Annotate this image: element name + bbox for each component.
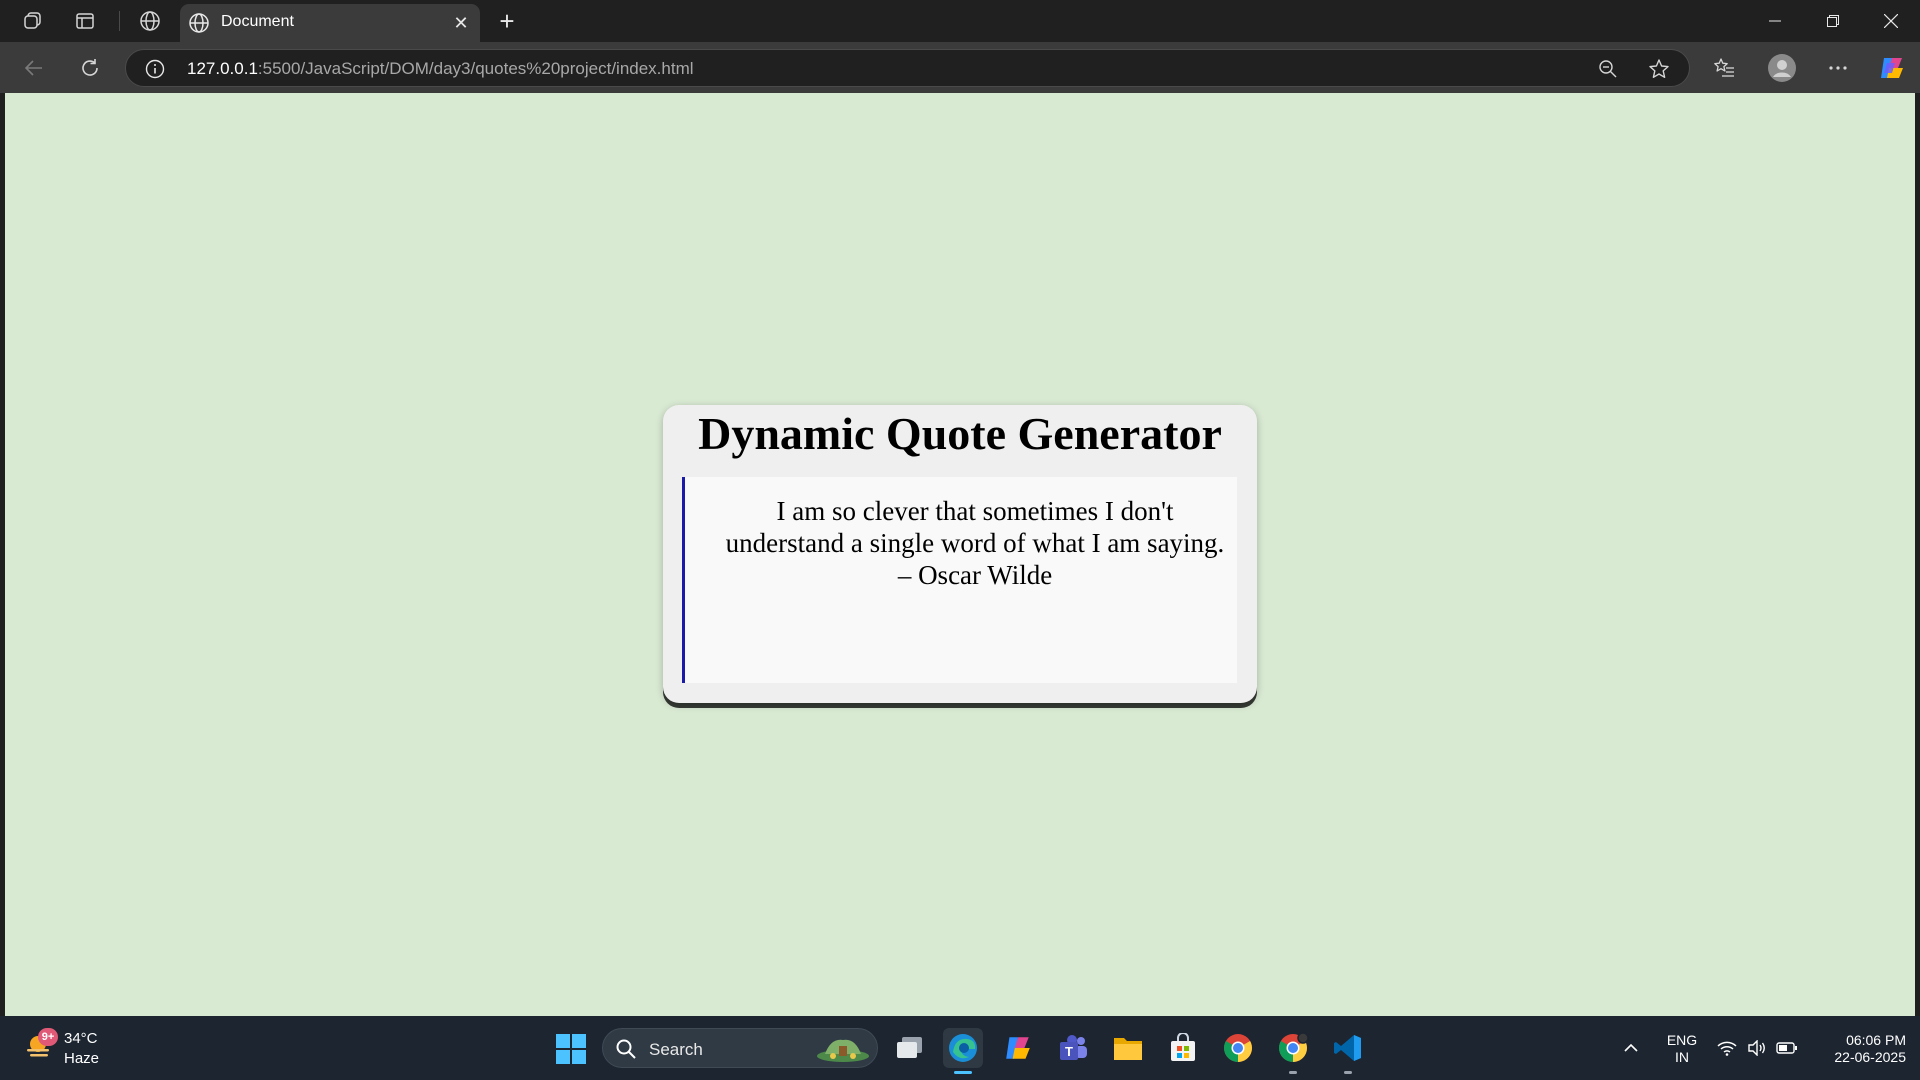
quote-box: I am so clever that sometimes I don't un…: [682, 477, 1237, 683]
tab-title: Document: [221, 13, 294, 30]
more-menu-icon[interactable]: [1820, 50, 1856, 86]
search-highlight-illustration-icon: [817, 1039, 869, 1062]
system-clock[interactable]: 06:06 PM 22-06-2025: [1806, 1032, 1906, 1066]
microsoft-store-icon[interactable]: [1163, 1028, 1203, 1068]
weather-condition: Haze: [64, 1050, 100, 1067]
file-explorer-icon[interactable]: [1108, 1028, 1148, 1068]
clock-time: 06:06 PM: [1846, 1032, 1906, 1048]
weather-widget[interactable]: 9+ 34°C Haze: [18, 1026, 118, 1072]
task-view-icon[interactable]: [890, 1028, 930, 1068]
favorites-icon[interactable]: [1706, 50, 1742, 86]
svg-text:T: T: [1065, 1044, 1073, 1059]
running-app-indicator: [1344, 1071, 1352, 1074]
volume-icon[interactable]: [1746, 1038, 1768, 1058]
wifi-icon[interactable]: [1716, 1038, 1738, 1058]
active-app-indicator: [954, 1071, 972, 1074]
running-app-indicator: [1289, 1071, 1297, 1074]
edge-icon[interactable]: [943, 1028, 983, 1074]
language-code: ENG: [1666, 1032, 1698, 1048]
search-placeholder: Search: [649, 1040, 703, 1059]
clock-date: 22-06-2025: [1834, 1049, 1906, 1065]
chrome-icon[interactable]: [1218, 1028, 1258, 1068]
battery-icon[interactable]: [1776, 1038, 1798, 1058]
site-info-icon[interactable]: [144, 58, 166, 80]
windows-taskbar: 9+ 34°C Haze Search T ENG IN 06:06 PM 22…: [0, 1016, 1920, 1080]
url-host: 127.0.0.1: [187, 59, 258, 78]
vscode-icon[interactable]: [1328, 1028, 1368, 1074]
url-text[interactable]: 127.0.0.1:5500/JavaScript/DOM/day3/quote…: [187, 59, 694, 79]
weather-notification-badge: 9+: [38, 1028, 58, 1046]
new-tab-button[interactable]: +: [492, 6, 522, 36]
workspaces-icon[interactable]: [18, 8, 48, 34]
favorite-star-icon[interactable]: [1647, 58, 1671, 80]
close-window-button[interactable]: [1868, 4, 1914, 38]
quote-card: Dynamic Quote Generator I am so clever t…: [663, 405, 1257, 703]
windows-logo-icon: [556, 1034, 586, 1064]
profile-avatar-icon[interactable]: [1764, 50, 1800, 86]
page-title: Dynamic Quote Generator: [698, 408, 1222, 459]
start-button[interactable]: [552, 1030, 590, 1068]
globe-icon: [188, 12, 210, 34]
copilot-app-icon[interactable]: [998, 1028, 1038, 1068]
zoom-out-icon[interactable]: [1596, 58, 1620, 80]
tab-document[interactable]: Document ✕: [180, 4, 480, 42]
vertical-tabs-icon[interactable]: [70, 8, 100, 34]
region-code: IN: [1675, 1049, 1689, 1065]
search-icon: [616, 1039, 636, 1059]
close-tab-icon[interactable]: ✕: [450, 12, 472, 34]
weather-temperature: 34°C: [64, 1030, 98, 1047]
globe-icon[interactable]: [135, 8, 165, 34]
language-indicator[interactable]: ENG IN: [1662, 1032, 1702, 1066]
teams-icon[interactable]: T: [1053, 1028, 1093, 1068]
show-hidden-icons-chevron-icon[interactable]: [1620, 1038, 1642, 1058]
taskbar-search-box[interactable]: Search: [602, 1028, 878, 1068]
address-bar[interactable]: 127.0.0.1:5500/JavaScript/DOM/day3/quote…: [125, 49, 1690, 87]
copilot-icon[interactable]: [1874, 50, 1910, 86]
page-viewport: Dynamic Quote Generator I am so clever t…: [5, 93, 1915, 1016]
chrome-profile-icon[interactable]: [1273, 1028, 1313, 1074]
url-path: :5500/JavaScript/DOM/day3/quotes%20proje…: [257, 59, 694, 78]
restore-button[interactable]: [1810, 4, 1856, 38]
title-bar-divider: [119, 11, 120, 31]
refresh-button[interactable]: [72, 50, 108, 86]
browser-title-bar: Document ✕ +: [0, 0, 1920, 42]
back-button[interactable]: [16, 50, 52, 86]
minimize-button[interactable]: [1752, 4, 1798, 38]
browser-toolbar: 127.0.0.1:5500/JavaScript/DOM/day3/quote…: [0, 42, 1920, 93]
quote-text: I am so clever that sometimes I don't un…: [725, 496, 1225, 590]
